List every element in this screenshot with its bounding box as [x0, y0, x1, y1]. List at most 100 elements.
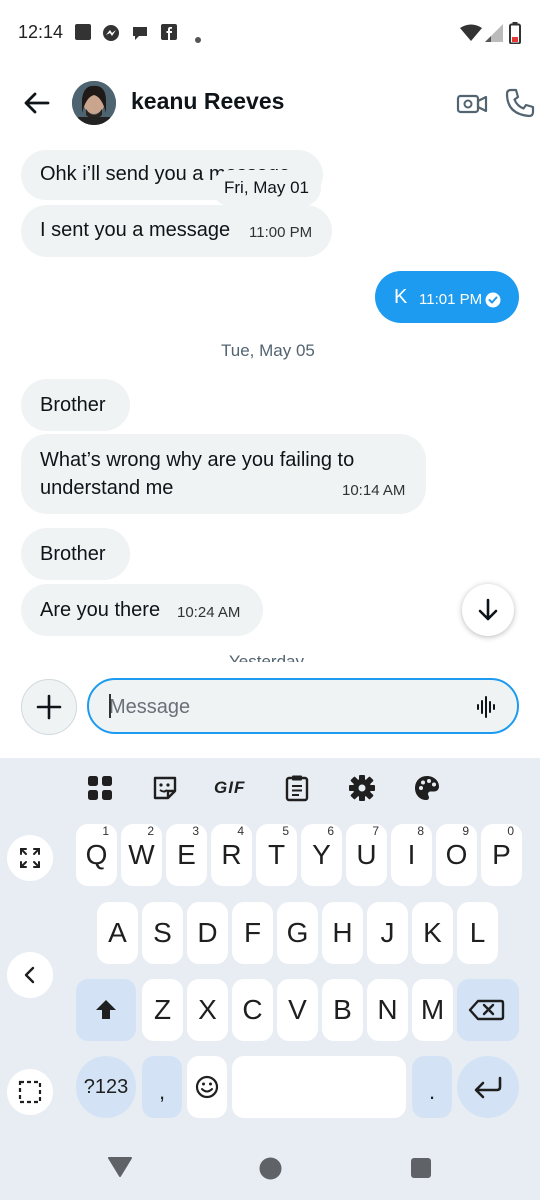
shift-key[interactable] [76, 979, 136, 1041]
space-key[interactable] [232, 1056, 406, 1118]
gif-button[interactable]: GIF [214, 778, 248, 806]
status-time: 12:14 [18, 22, 64, 42]
key-label: Y [312, 839, 331, 870]
select-frame-button[interactable] [7, 1069, 53, 1115]
key-v[interactable]: V [277, 979, 318, 1041]
symbols-key[interactable]: ?123 [76, 1056, 136, 1118]
nav-home-button[interactable] [259, 1157, 282, 1185]
message-bubble-incoming[interactable]: Brother [21, 528, 130, 580]
recents-square-icon [411, 1158, 431, 1178]
message-input[interactable]: Message [87, 678, 519, 734]
message-text: I sent you a message [40, 219, 231, 241]
nav-recents-button[interactable] [411, 1158, 431, 1183]
key-x[interactable]: X [187, 979, 228, 1041]
key-n[interactable]: N [367, 979, 408, 1041]
key-label: U [356, 839, 377, 870]
key-hint: 9 [462, 824, 469, 838]
key-j[interactable]: J [367, 902, 408, 964]
message-text-line: What’s wrong why are you failing to [40, 449, 355, 471]
theme-button[interactable] [413, 774, 441, 802]
message-composer: Message [0, 662, 540, 758]
key-f[interactable]: F [232, 902, 273, 964]
key-m[interactable]: M [412, 979, 453, 1041]
apps-grid-button[interactable] [86, 774, 114, 802]
add-attachment-button[interactable] [21, 679, 77, 735]
message-text: Brother [40, 543, 106, 565]
voice-wave-icon [477, 696, 495, 718]
comma-key[interactable]: , [142, 1056, 182, 1118]
wifi-icon [460, 24, 482, 47]
key-u[interactable]: U7 [346, 824, 387, 886]
settings-icon [349, 775, 375, 801]
keyboard-settings-button[interactable] [348, 774, 376, 802]
floating-date-pill: Fri, May 01 [212, 170, 322, 206]
key-h[interactable]: H [322, 902, 363, 964]
message-time: 11:00 PM [249, 224, 313, 241]
message-text: K [394, 286, 408, 308]
gallery-icon [75, 24, 91, 45]
message-bubble-incoming[interactable]: What’s wrong why are you failing to unde… [21, 434, 426, 514]
message-placeholder: Message [109, 696, 191, 718]
key-hint: 5 [282, 824, 289, 838]
phone-call-button[interactable] [503, 86, 537, 120]
date-separator: Tue, May 05 [221, 341, 315, 360]
emoji-key[interactable] [187, 1056, 227, 1118]
key-y[interactable]: Y6 [301, 824, 342, 886]
key-a[interactable]: A [97, 902, 138, 964]
text-caret [109, 694, 111, 718]
clipboard-button[interactable] [284, 774, 312, 802]
back-button[interactable] [20, 86, 54, 120]
contact-name[interactable]: keanu Reeves [131, 88, 284, 115]
emoji-icon [195, 1075, 219, 1099]
message-bubble-outgoing[interactable]: K 11:01 PM [375, 271, 519, 323]
select-frame-icon [18, 1080, 42, 1104]
key-hint: 7 [372, 824, 379, 838]
nav-back-button[interactable] [108, 1157, 132, 1182]
key-b[interactable]: B [322, 979, 363, 1041]
messenger-icon [101, 24, 121, 49]
voice-message-button[interactable] [475, 695, 499, 719]
apps-grid-icon [88, 776, 112, 800]
message-text: Are you there [40, 599, 161, 621]
collapse-left-button[interactable] [7, 952, 53, 998]
key-label: T [267, 839, 286, 870]
key-hint: 3 [192, 824, 199, 838]
key-z[interactable]: Z [142, 979, 183, 1041]
key-p[interactable]: P0 [481, 824, 522, 886]
key-hint: 1 [102, 824, 109, 838]
period-key[interactable]: . [412, 1056, 452, 1118]
key-w[interactable]: W2 [121, 824, 162, 886]
key-g[interactable]: G [277, 902, 318, 964]
key-c[interactable]: C [232, 979, 273, 1041]
key-r[interactable]: R4 [211, 824, 252, 886]
shift-icon [96, 1000, 116, 1019]
message-text: Brother [40, 394, 106, 416]
key-o[interactable]: O9 [436, 824, 477, 886]
key-l[interactable]: L [457, 902, 498, 964]
key-q[interactable]: Q1 [76, 824, 117, 886]
key-t[interactable]: T5 [256, 824, 297, 886]
scroll-to-bottom-button[interactable] [462, 584, 514, 636]
expand-keyboard-button[interactable] [7, 835, 53, 881]
key-e[interactable]: E3 [166, 824, 207, 886]
chat-icon [131, 24, 149, 47]
arrow-down-icon [478, 598, 498, 621]
avatar[interactable] [72, 81, 116, 125]
message-bubble-incoming[interactable]: I sent you a message 11:00 PM [21, 205, 332, 257]
sticker-button[interactable] [151, 774, 179, 802]
key-hint: 0 [507, 824, 514, 838]
message-bubble-incoming[interactable]: Are you there 10:24 AM [21, 584, 263, 636]
read-check-icon [485, 291, 501, 314]
key-s[interactable]: S [142, 902, 183, 964]
key-i[interactable]: I8 [391, 824, 432, 886]
battery-low-icon [509, 22, 521, 49]
key-label: P [492, 839, 511, 870]
key-k[interactable]: K [412, 902, 453, 964]
key-d[interactable]: D [187, 902, 228, 964]
video-call-button[interactable] [456, 88, 488, 120]
message-bubble-incoming[interactable]: Brother [21, 379, 130, 431]
enter-key[interactable] [457, 1056, 519, 1118]
key-label: Q [85, 839, 108, 870]
message-thread[interactable]: Ohk i’ll send you a message Fri, May 01 … [0, 140, 540, 662]
backspace-key[interactable] [457, 979, 519, 1041]
